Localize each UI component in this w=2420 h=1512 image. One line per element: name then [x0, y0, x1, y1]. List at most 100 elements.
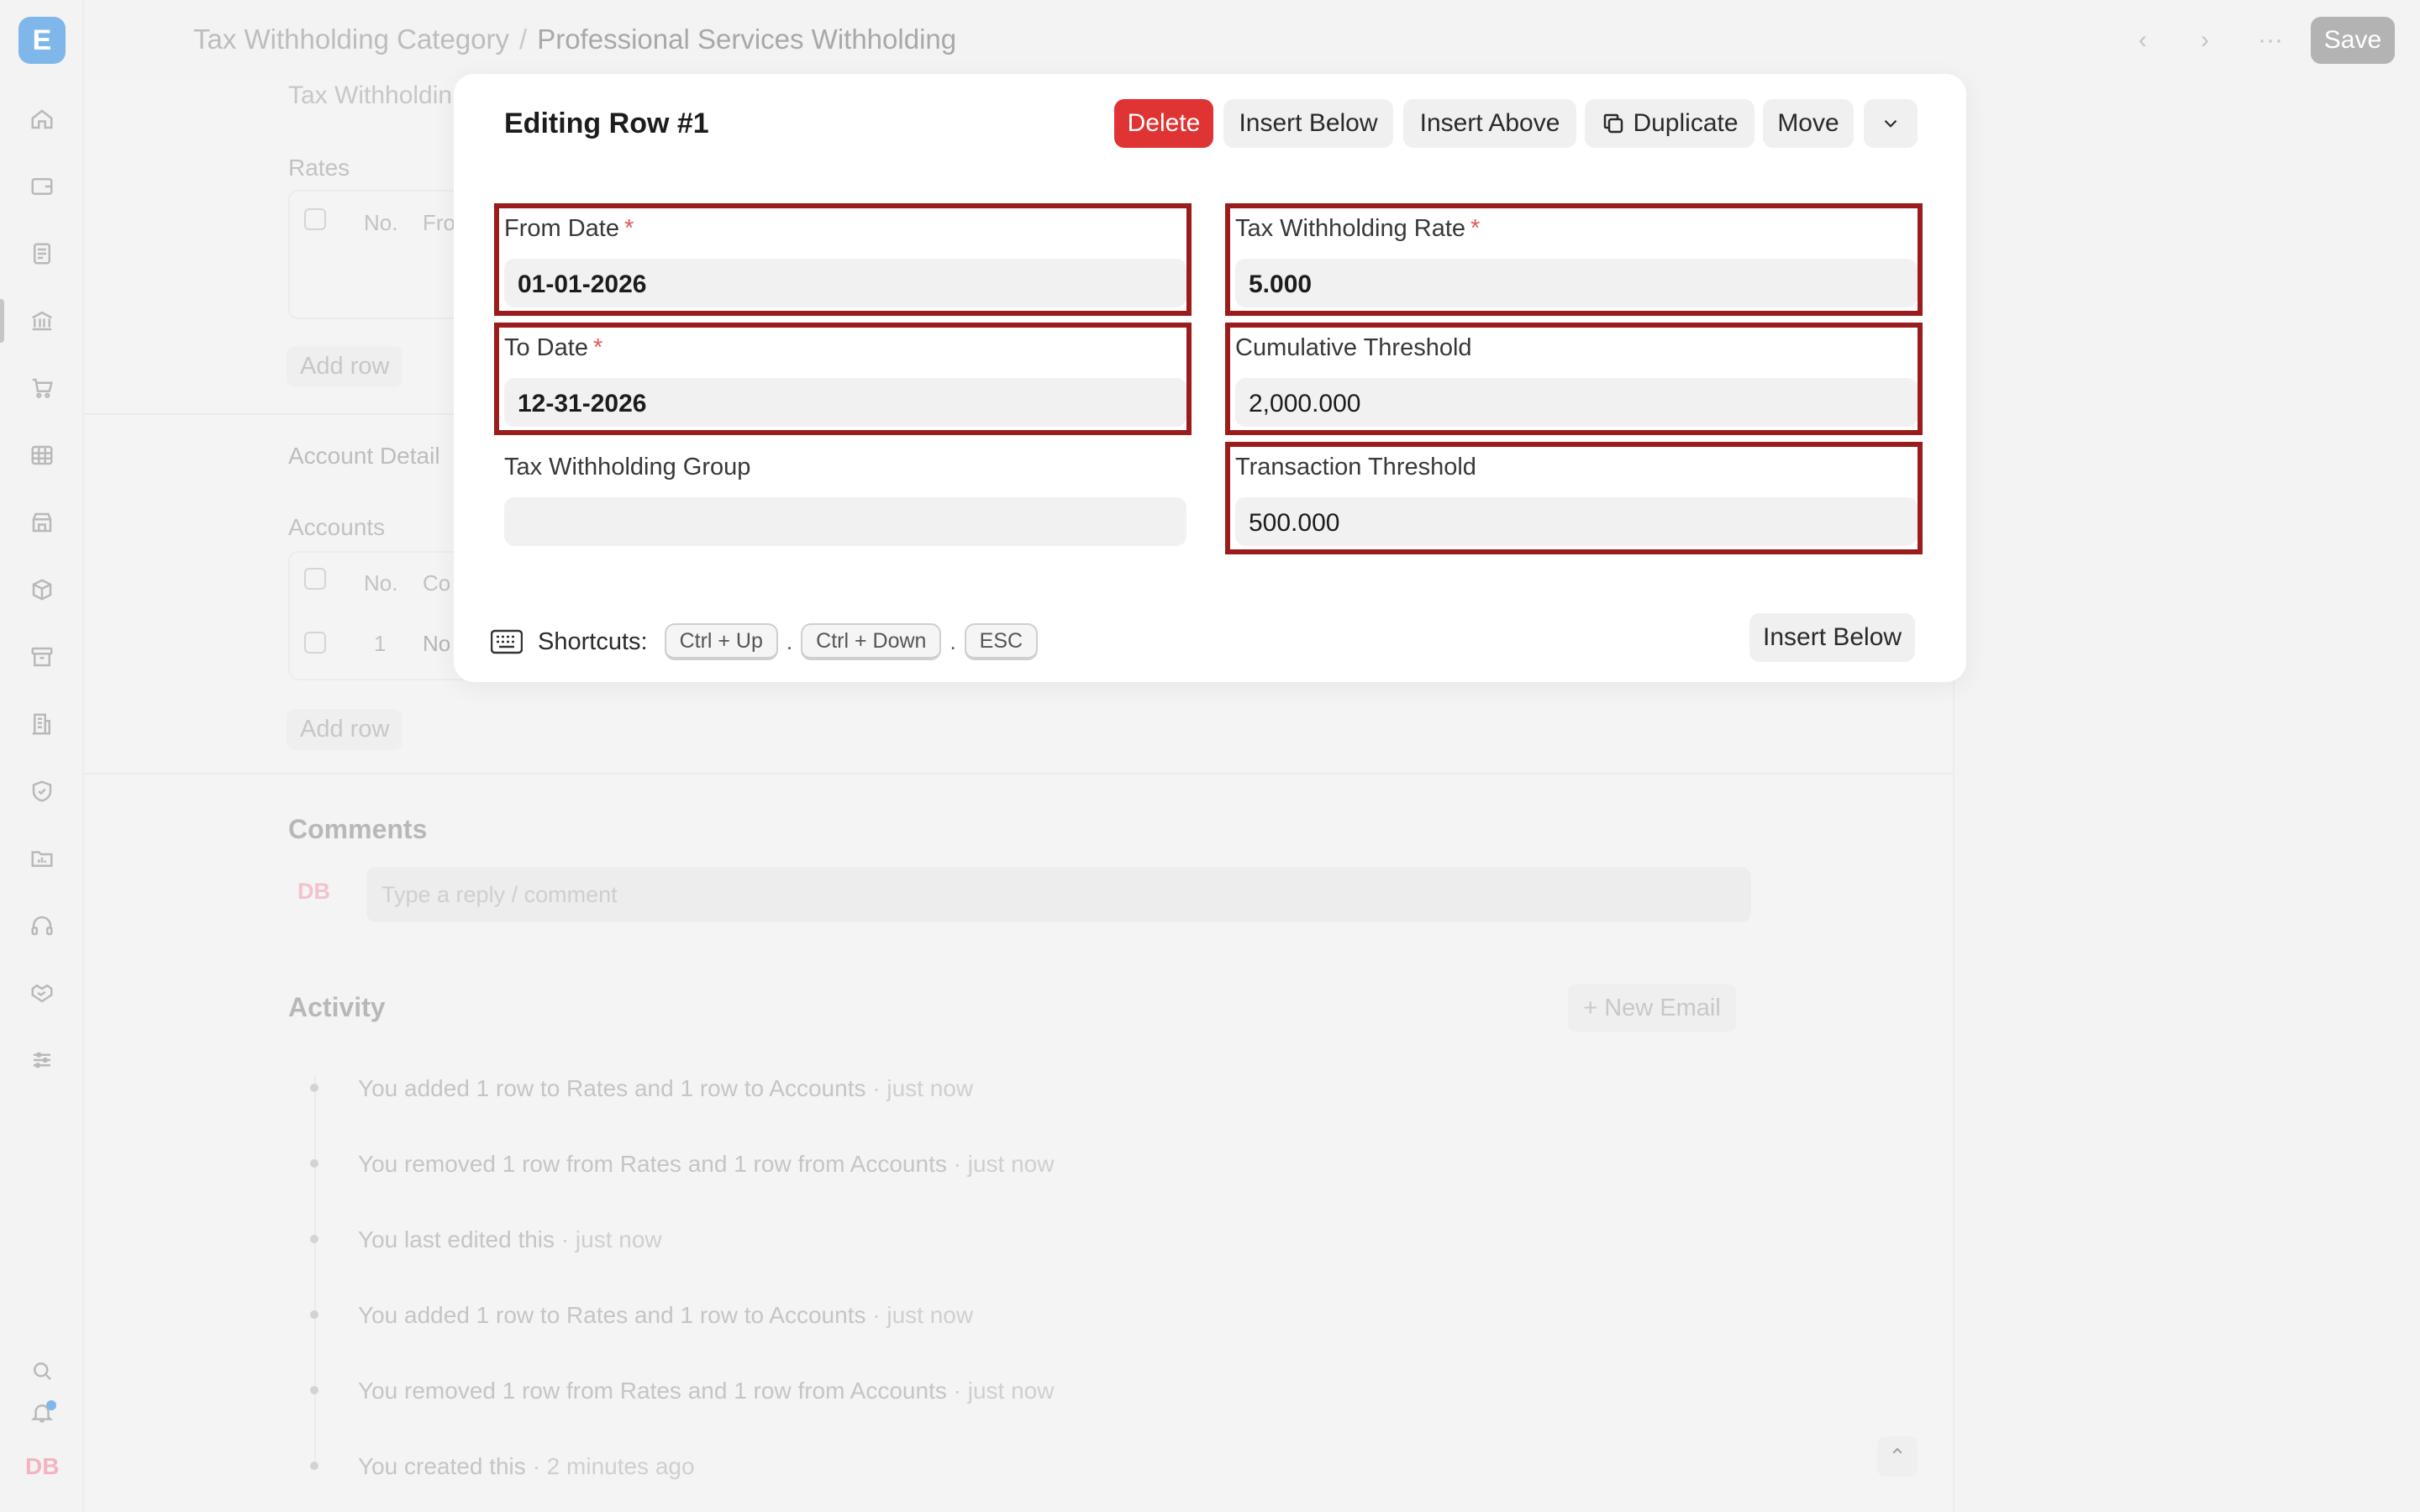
- prev-record-icon[interactable]: ‹: [2121, 18, 2165, 62]
- from-date-field: From Date * 01-01-2026: [494, 203, 1192, 316]
- activity-dot: [310, 1386, 318, 1394]
- accounts-label: Accounts: [288, 514, 386, 540]
- from-date-input[interactable]: 01-01-2026: [504, 259, 1186, 307]
- from-date-label: From Date *: [504, 215, 634, 242]
- shortcut-key-esc: ESC: [964, 623, 1039, 660]
- tax-withholding-group-label: Tax Withholding Group: [504, 454, 751, 480]
- bank-icon[interactable]: [27, 306, 57, 336]
- app-logo[interactable]: E: [18, 17, 66, 64]
- rates-select-all-checkbox[interactable]: [304, 208, 326, 230]
- accounts-row-no: 1: [374, 631, 387, 656]
- activity-item: You created this · 2 minutes ago: [358, 1453, 695, 1479]
- package-icon[interactable]: [27, 575, 57, 605]
- chevron-down-icon[interactable]: [1864, 99, 1918, 148]
- to-date-field: To Date * 12-31-2026: [494, 323, 1192, 435]
- accounts-add-row-button[interactable]: Add row: [287, 709, 403, 750]
- notification-dot: [46, 1400, 56, 1410]
- breadcrumb-parent[interactable]: Tax Withholding Category: [193, 24, 509, 55]
- more-menu-icon[interactable]: ···: [2249, 18, 2292, 62]
- shortcut-key-ctrl-up: Ctrl + Up: [664, 623, 778, 660]
- to-date-label: To Date *: [504, 334, 603, 361]
- activity-dot: [310, 1310, 318, 1319]
- folder-chart-icon[interactable]: [27, 843, 57, 874]
- breadcrumb-separator: /: [519, 24, 528, 55]
- rates-label: Rates: [288, 155, 350, 181]
- comment-input[interactable]: Type a reply / comment: [366, 867, 1751, 922]
- search-icon[interactable]: [27, 1356, 57, 1386]
- new-email-button[interactable]: + New Email: [1568, 984, 1736, 1032]
- table-icon[interactable]: [27, 440, 57, 470]
- comments-title: Comments: [288, 814, 428, 844]
- sidebar-active-indicator: [0, 299, 4, 343]
- dialog-title: Editing Row #1: [504, 108, 709, 139]
- shortcut-separator: .: [950, 628, 956, 654]
- to-date-input[interactable]: 12-31-2026: [504, 378, 1186, 427]
- activity-dot: [310, 1084, 318, 1092]
- cumulative-threshold-label: Cumulative Threshold: [1235, 334, 1472, 361]
- activity-dot: [310, 1159, 318, 1168]
- archive-icon[interactable]: [27, 642, 57, 672]
- section-divider: [84, 773, 1954, 774]
- tax-withholding-group-field: Tax Withholding Group: [494, 442, 1192, 554]
- duplicate-label: Duplicate: [1633, 109, 1739, 137]
- activity-item: You removed 1 row from Rates and 1 row f…: [358, 1378, 1055, 1404]
- save-button[interactable]: Save: [2311, 17, 2395, 64]
- tax-withholding-rate-field: Tax Withholding Rate * 5.000: [1225, 203, 1923, 316]
- topbar: Tax Withholding Category / Professional Se…: [84, 0, 2420, 81]
- activity-title: Activity: [288, 992, 386, 1022]
- accounts-row-account[interactable]: No: [423, 631, 450, 657]
- building-icon[interactable]: [27, 709, 57, 739]
- document-icon[interactable]: [27, 239, 57, 269]
- cumulative-threshold-field: Cumulative Threshold 2,000.000: [1225, 323, 1923, 435]
- home-icon[interactable]: [27, 104, 57, 134]
- keyboard-icon: [491, 629, 523, 654]
- next-record-icon[interactable]: ›: [2183, 18, 2227, 62]
- headset-icon[interactable]: [27, 911, 57, 941]
- sliders-icon[interactable]: [27, 1045, 57, 1075]
- cart-icon[interactable]: [27, 373, 57, 403]
- accounts-col-account: Co: [423, 570, 451, 596]
- activity-item: You removed 1 row from Rates and 1 row f…: [358, 1151, 1055, 1177]
- comment-avatar: DB: [297, 879, 330, 904]
- rates-col-from: Fro: [423, 210, 455, 235]
- activity-timeline: [314, 1075, 316, 1470]
- shortcuts-bar: Shortcuts: Ctrl + Up . Ctrl + Down . ESC: [491, 623, 1043, 660]
- breadcrumb: Tax Withholding Category / Professional Se…: [193, 24, 956, 55]
- transaction-threshold-label: Transaction Threshold: [1235, 454, 1476, 480]
- footer-insert-below-button[interactable]: Insert Below: [1749, 613, 1916, 662]
- activity-item: You added 1 row to Rates and 1 row to Ac…: [358, 1302, 974, 1328]
- scroll-to-top-icon[interactable]: ⌃: [1877, 1436, 1918, 1477]
- handshake-icon[interactable]: [27, 978, 57, 1008]
- accounts-select-all-checkbox[interactable]: [304, 568, 326, 590]
- store-icon[interactable]: [27, 507, 57, 538]
- accounts-col-no: No.: [364, 570, 398, 596]
- move-row-button[interactable]: Move: [1763, 99, 1854, 148]
- shield-icon[interactable]: [27, 776, 57, 806]
- duplicate-icon: [1604, 113, 1623, 134]
- edit-row-dialog: Editing Row #1 Delete Insert Below Inser…: [454, 74, 1966, 682]
- insert-below-button[interactable]: Insert Below: [1223, 99, 1393, 148]
- rates-col-no: No.: [364, 210, 398, 235]
- tax-withholding-group-input[interactable]: [504, 497, 1186, 546]
- account-details-title: Account Detail: [288, 443, 440, 469]
- accounts-row-checkbox[interactable]: [304, 632, 326, 654]
- rates-add-row-button[interactable]: Add row: [287, 346, 403, 387]
- cumulative-threshold-input[interactable]: 2,000.000: [1235, 378, 1918, 427]
- section-title-tax-withholding: Tax Withholdin: [288, 81, 453, 109]
- user-avatar[interactable]: DB: [25, 1453, 59, 1480]
- duplicate-row-button[interactable]: Duplicate: [1585, 99, 1754, 148]
- shortcut-key-ctrl-down: Ctrl + Down: [801, 623, 942, 660]
- activity-dot: [310, 1462, 318, 1470]
- transaction-threshold-field: Transaction Threshold 500.000: [1225, 442, 1923, 554]
- tax-withholding-rate-input[interactable]: 5.000: [1235, 259, 1918, 307]
- shortcuts-label: Shortcuts:: [538, 627, 648, 655]
- breadcrumb-current: Professional Services Withholding: [537, 24, 957, 55]
- delete-row-button[interactable]: Delete: [1114, 99, 1213, 148]
- tax-withholding-rate-label: Tax Withholding Rate *: [1235, 215, 1481, 242]
- activity-item: You last edited this · just now: [358, 1226, 662, 1252]
- insert-above-button[interactable]: Insert Above: [1403, 99, 1576, 148]
- wallet-icon[interactable]: [27, 171, 57, 202]
- activity-item: You added 1 row to Rates and 1 row to Ac…: [358, 1075, 974, 1101]
- activity-dot: [310, 1235, 318, 1243]
- transaction-threshold-input[interactable]: 500.000: [1235, 497, 1918, 546]
